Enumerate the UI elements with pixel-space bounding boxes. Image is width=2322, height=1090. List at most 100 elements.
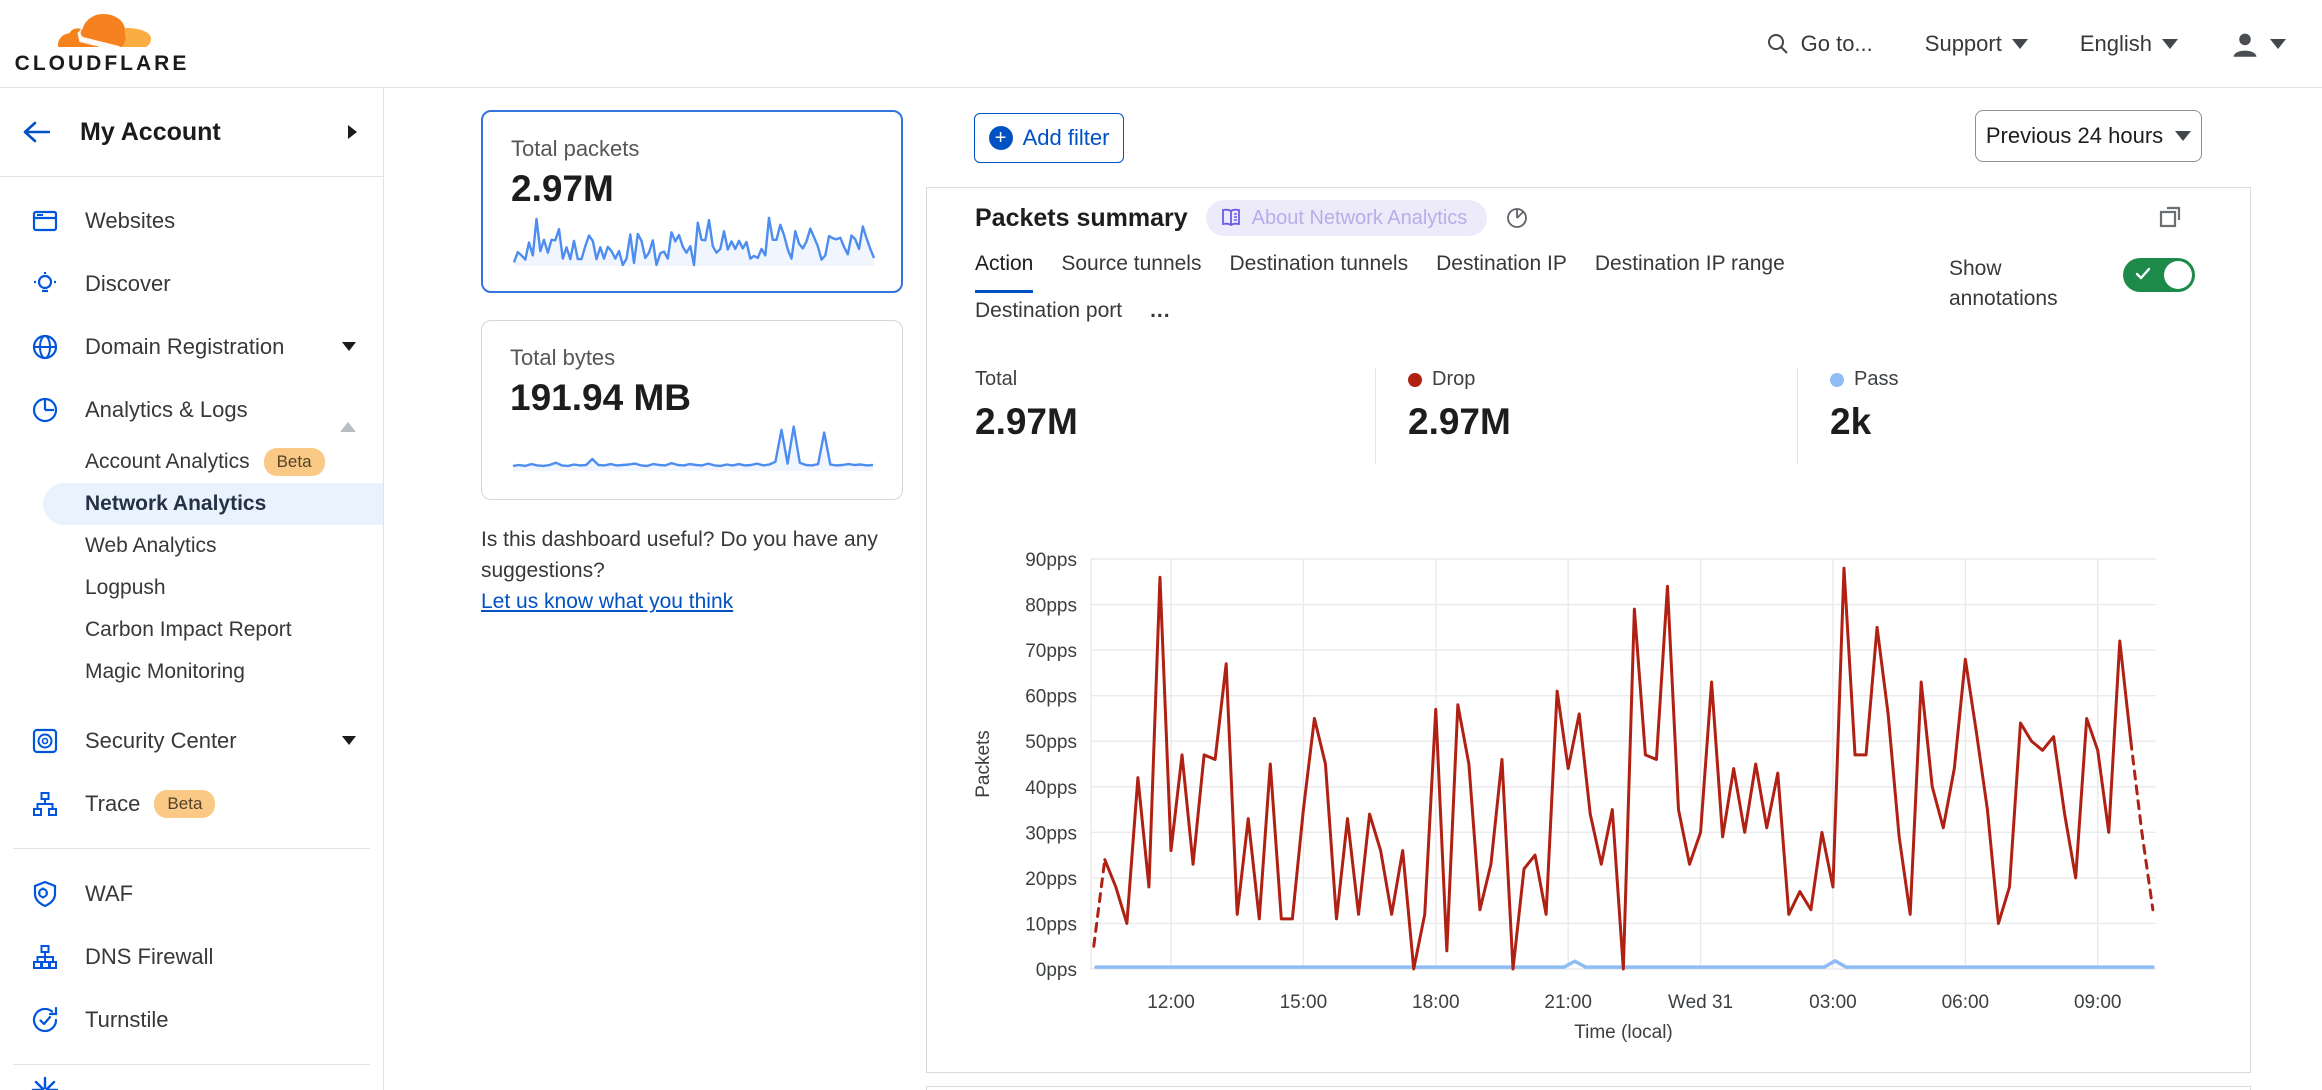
sidebar-item-logpush[interactable]: Logpush: [0, 567, 383, 609]
refresh-check-icon: [31, 1006, 59, 1034]
tab-destination-port[interactable]: Destination port: [975, 293, 1122, 337]
svg-text:50pps: 50pps: [1025, 732, 1077, 753]
sidebar-item-label: Analytics & Logs: [85, 397, 248, 423]
tab-source-tunnels[interactable]: Source tunnels: [1061, 246, 1201, 293]
sidebar-item-label: Account Analytics: [85, 450, 250, 474]
chevron-down-icon: [2162, 39, 2178, 49]
cloudflare-logo[interactable]: CLOUDFLARE: [22, 12, 182, 76]
chevron-right-icon: [348, 125, 357, 139]
sidebar-account-title: My Account: [80, 118, 348, 147]
svg-text:20pps: 20pps: [1025, 869, 1077, 890]
tabs-more-button[interactable]: ...: [1150, 293, 1171, 337]
sidebar-item-account-analytics[interactable]: Account Analytics Beta: [0, 441, 383, 483]
sidebar-item-waf[interactable]: WAF: [0, 862, 383, 925]
tab-destination-tunnels[interactable]: Destination tunnels: [1229, 246, 1408, 293]
account-menu[interactable]: [2230, 29, 2286, 59]
sidebar-item-network-analytics[interactable]: Network Analytics: [43, 483, 383, 525]
stat-label-text: Drop: [1432, 368, 1475, 391]
svg-text:21:00: 21:00: [1544, 992, 1592, 1013]
globe-icon: [31, 333, 59, 361]
network-tree-icon: [31, 790, 59, 818]
time-range-label: Previous 24 hours: [1986, 123, 2163, 149]
sidebar-item-label: Web Analytics: [85, 534, 217, 558]
sidebar-divider: [13, 1064, 370, 1065]
packets-summary-panel: Packets summary About Network Analytics …: [926, 187, 2251, 1073]
sidebar-item-analytics-logs[interactable]: Analytics & Logs: [0, 378, 383, 441]
chevron-down-icon: [342, 736, 356, 745]
sidebar-item-carbon-impact-report[interactable]: Carbon Impact Report: [0, 609, 383, 651]
total-bytes-card[interactable]: Total bytes 191.94 MB: [481, 320, 903, 500]
bytes-sparkline: [510, 419, 876, 475]
network-tree-icon: [31, 943, 59, 971]
sidebar-item-label: WAF: [85, 881, 133, 907]
stat-value: 2k: [1830, 401, 2217, 443]
sidebar-item-label: Discover: [85, 271, 171, 297]
global-search[interactable]: Go to...: [1765, 31, 1873, 57]
total-packets-card[interactable]: Total packets 2.97M: [481, 110, 903, 293]
sidebar-item-security-center[interactable]: Security Center: [0, 709, 383, 772]
support-menu[interactable]: Support: [1925, 31, 2028, 57]
time-range-dropdown[interactable]: Previous 24 hours: [1975, 110, 2202, 162]
svg-text:06:00: 06:00: [1942, 992, 1990, 1013]
stat-drop: Drop 2.97M: [1375, 368, 1795, 464]
sidebar-account-header[interactable]: My Account: [0, 88, 383, 177]
svg-text:30pps: 30pps: [1025, 823, 1077, 844]
sidebar: My Account Websites D: [0, 88, 384, 1090]
shield-gear-icon: [31, 880, 59, 908]
tab-destination-ip[interactable]: Destination IP: [1436, 246, 1567, 293]
sidebar-item-label: Carbon Impact Report: [85, 618, 292, 642]
next-panel-edge: [926, 1086, 2251, 1090]
svg-text:09:00: 09:00: [2074, 992, 2122, 1013]
sidebar-item-domain-registration[interactable]: Domain Registration: [0, 315, 383, 378]
stat-label-text: Pass: [1854, 368, 1898, 391]
svg-text:03:00: 03:00: [1809, 992, 1857, 1013]
back-arrow-icon[interactable]: [22, 120, 50, 144]
stat-total: Total 2.97M: [975, 368, 1078, 443]
card-label: Total packets: [511, 136, 873, 162]
show-annotations-toggle[interactable]: [2123, 258, 2195, 292]
svg-text:40pps: 40pps: [1025, 778, 1077, 799]
sidebar-item-trace[interactable]: Trace Beta: [0, 772, 383, 835]
sidebar-item-label: DNS Firewall: [85, 944, 213, 970]
sidebar-item-magic-monitoring[interactable]: Magic Monitoring: [0, 651, 383, 693]
feedback-link[interactable]: Let us know what you think: [481, 590, 733, 613]
toggle-knob: [2164, 261, 2192, 289]
about-network-analytics-badge[interactable]: About Network Analytics: [1206, 200, 1488, 236]
sidebar-divider: [13, 848, 370, 849]
svg-text:80pps: 80pps: [1025, 596, 1077, 617]
sidebar-item-websites[interactable]: Websites: [0, 189, 383, 252]
language-menu[interactable]: English: [2080, 31, 2178, 57]
dimension-tabs: Action Source tunnels Destination tunnel…: [975, 246, 1875, 337]
sidebar-item-web-analytics[interactable]: Web Analytics: [0, 525, 383, 567]
tab-action[interactable]: Action: [975, 246, 1033, 293]
svg-text:70pps: 70pps: [1025, 641, 1077, 662]
svg-text:10pps: 10pps: [1025, 914, 1077, 935]
panel-title-row: Packets summary About Network Analytics: [975, 200, 1529, 236]
stat-label: Drop: [1408, 368, 1795, 391]
svg-text:Packets: Packets: [973, 730, 994, 798]
svg-text:Wed 31: Wed 31: [1668, 992, 1733, 1013]
sidebar-item-dns-firewall[interactable]: DNS Firewall: [0, 925, 383, 988]
pass-series-dot: [1830, 373, 1844, 387]
search-label: Go to...: [1801, 31, 1873, 57]
packets-chart[interactable]: 0pps10pps20pps30pps40pps50pps60pps70pps8…: [931, 546, 2247, 1051]
lightbulb-icon: [31, 270, 59, 298]
add-filter-button[interactable]: + Add filter: [974, 113, 1124, 163]
sidebar-item-label: Trace: [85, 791, 140, 817]
sidebar-item-turnstile[interactable]: Turnstile: [0, 988, 383, 1051]
pie-chart-small-icon[interactable]: [1505, 206, 1529, 230]
beta-badge: Beta: [264, 448, 325, 476]
about-badge-label: About Network Analytics: [1252, 207, 1468, 230]
chevron-down-icon: [2270, 39, 2286, 49]
svg-text:0pps: 0pps: [1036, 960, 1077, 981]
stat-pass: Pass 2k: [1797, 368, 2217, 464]
sidebar-nav: Websites Discover Domain Registr: [0, 177, 383, 1065]
tab-destination-ip-range[interactable]: Destination IP range: [1595, 246, 1785, 293]
sidebar-item-discover[interactable]: Discover: [0, 252, 383, 315]
header-actions: Go to... Support English: [1765, 29, 2286, 59]
stat-label: Pass: [1830, 368, 2217, 391]
check-icon: [2135, 267, 2151, 281]
sidebar-item-cutoff[interactable]: [31, 1076, 59, 1090]
card-value: 2.97M: [511, 168, 873, 210]
expand-icon[interactable]: [2157, 202, 2185, 230]
